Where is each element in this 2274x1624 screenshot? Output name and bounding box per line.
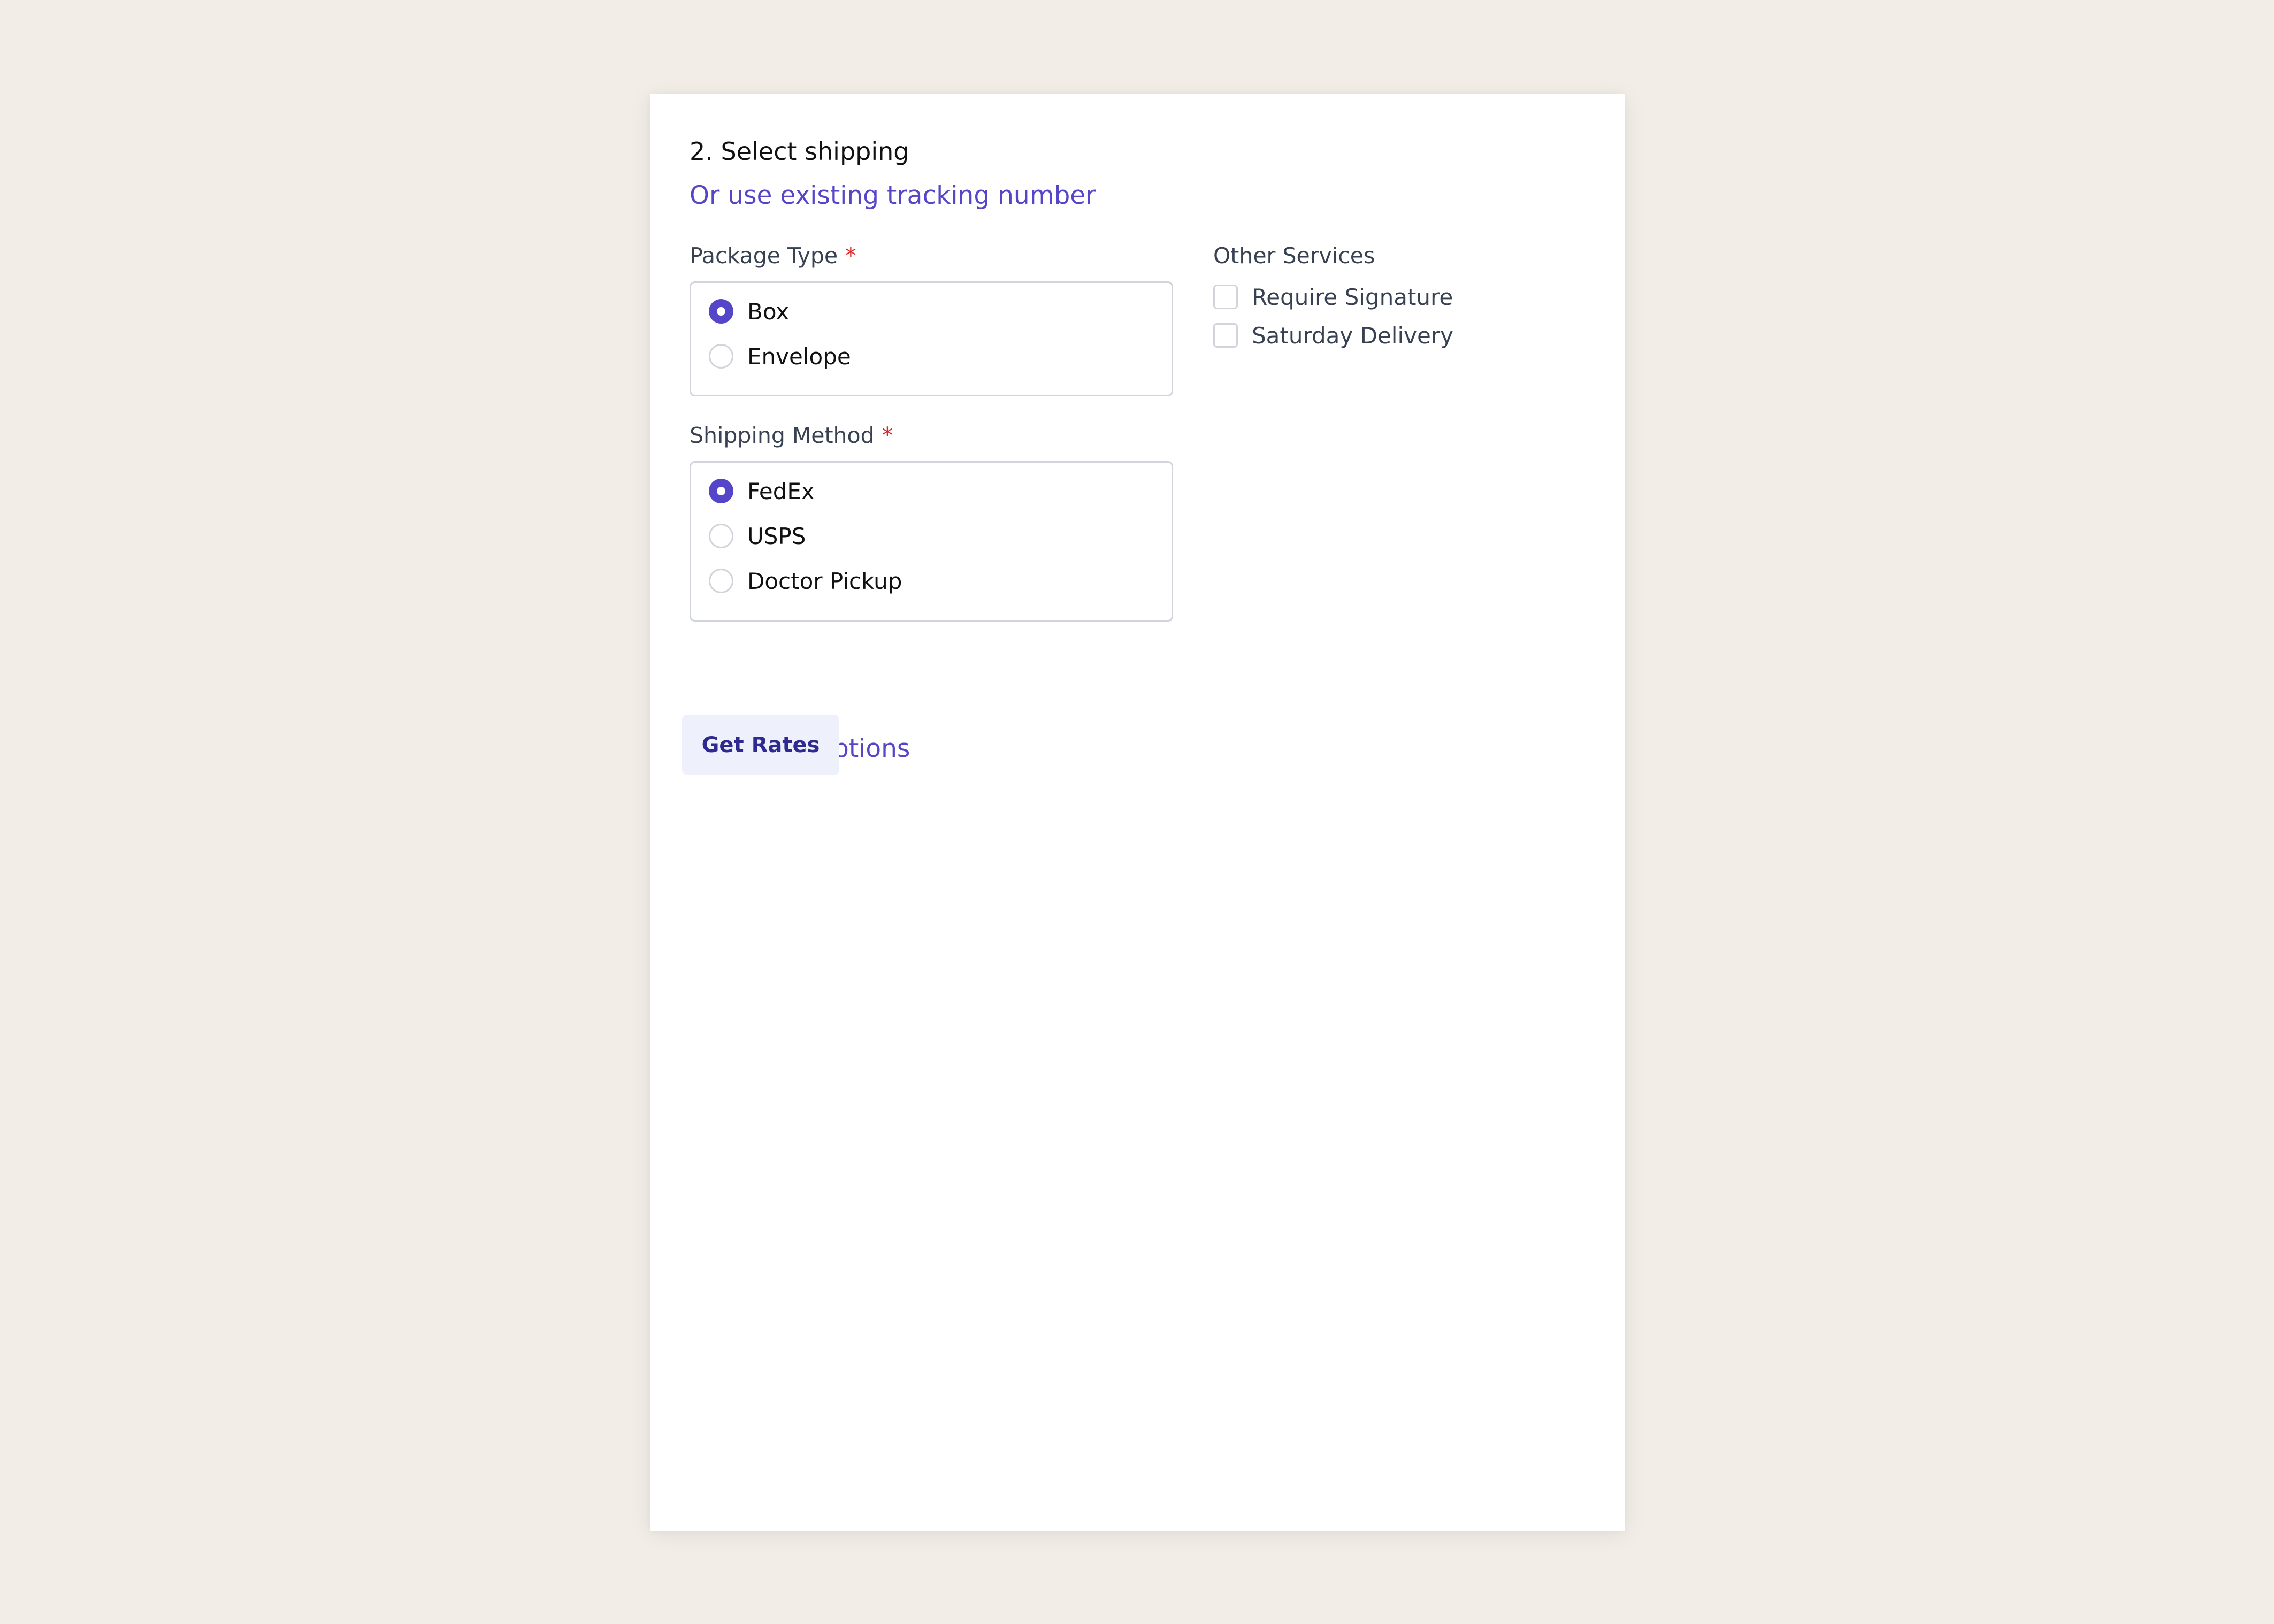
package-type-box-label: Box xyxy=(747,298,790,325)
package-type-options: Box Envelope xyxy=(690,281,1173,396)
package-type-option-box[interactable]: Box xyxy=(709,295,789,327)
shipping-card: 2. Select shipping Or use existing track… xyxy=(650,94,1625,1531)
required-indicator: * xyxy=(845,243,856,269)
shipping-method-label-text: Shipping Method xyxy=(690,423,875,448)
package-type-label-text: Package Type xyxy=(690,243,838,269)
shipping-method-option-usps[interactable]: USPS xyxy=(709,520,806,552)
package-type-label: Package Type * xyxy=(690,243,856,269)
shipping-method-option-fedex[interactable]: FedEx xyxy=(709,475,815,507)
shipping-method-usps-radio[interactable] xyxy=(709,524,733,548)
package-type-option-envelope[interactable]: Envelope xyxy=(709,340,851,372)
other-services-label: Other Services xyxy=(1213,243,1375,269)
shipping-method-doctor-pickup-label: Doctor Pickup xyxy=(747,568,902,594)
required-indicator: * xyxy=(882,423,893,448)
saturday-delivery-checkbox[interactable] xyxy=(1213,323,1238,348)
package-type-envelope-label: Envelope xyxy=(747,343,851,370)
section-title: 2. Select shipping xyxy=(690,137,909,166)
get-rates-button[interactable]: Get Rates xyxy=(682,715,839,775)
shipping-method-fedex-radio[interactable] xyxy=(709,479,733,503)
shipping-method-doctor-pickup-radio[interactable] xyxy=(709,569,733,593)
require-signature-option[interactable]: Require Signature xyxy=(1213,282,1453,311)
require-signature-checkbox[interactable] xyxy=(1213,285,1238,309)
shipping-method-fedex-label: FedEx xyxy=(747,478,815,504)
shipping-method-usps-label: USPS xyxy=(747,523,806,549)
saturday-delivery-option[interactable]: Saturday Delivery xyxy=(1213,321,1453,350)
shipping-method-options: FedEx USPS Doctor Pickup xyxy=(690,461,1173,622)
require-signature-label: Require Signature xyxy=(1252,284,1453,310)
existing-tracking-link[interactable]: Or use existing tracking number xyxy=(690,181,1096,210)
saturday-delivery-label: Saturday Delivery xyxy=(1252,322,1453,349)
shipping-method-option-doctor-pickup[interactable]: Doctor Pickup xyxy=(709,565,902,597)
package-type-envelope-radio[interactable] xyxy=(709,344,733,369)
package-type-box-radio[interactable] xyxy=(709,299,733,324)
shipping-method-label: Shipping Method * xyxy=(690,423,893,448)
